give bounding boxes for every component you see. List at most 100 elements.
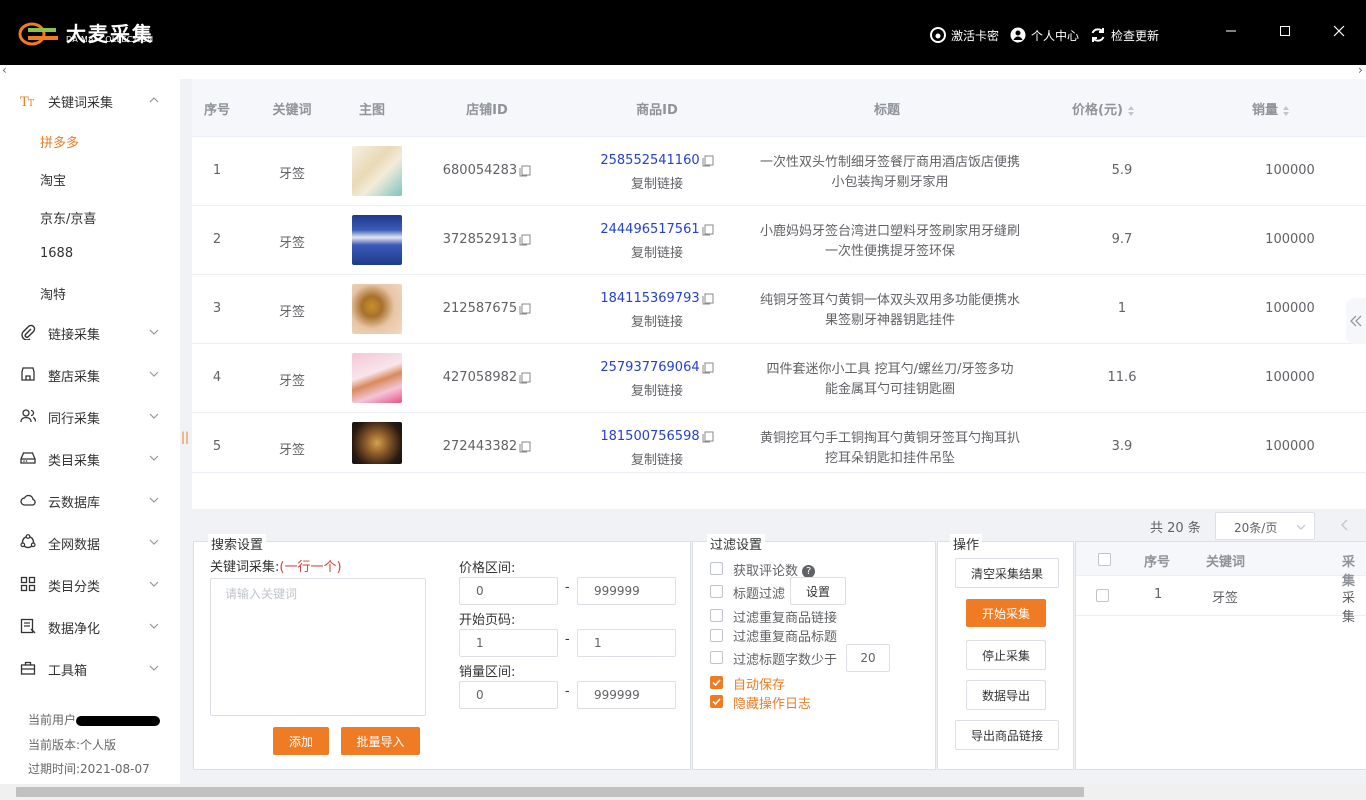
copy-icon[interactable] <box>702 431 714 443</box>
auto-save-checkbox[interactable] <box>710 676 723 689</box>
menu-category-classify[interactable]: 类目分类 <box>0 563 180 605</box>
title-filter-checkbox[interactable] <box>710 585 723 598</box>
menu-data-clean[interactable]: 数据净化 <box>0 605 180 647</box>
table-row[interactable]: 3 牙签 212587675 184115369793 复制链接 纯铜牙签耳勺黄… <box>192 275 1366 344</box>
check-update-button[interactable]: 检查更新 <box>1090 26 1159 44</box>
page-size-select[interactable]: 20条/页 <box>1215 512 1315 540</box>
top-scroll-strip[interactable]: ‹ › <box>0 63 1366 79</box>
right-panel-toggle[interactable] <box>1346 298 1366 344</box>
product-thumbnail[interactable] <box>352 146 402 196</box>
copy-link-button[interactable]: 复制链接 <box>587 173 727 192</box>
cell-product-id[interactable]: 258552541160 <box>587 153 727 168</box>
row-checkbox[interactable] <box>1096 589 1109 602</box>
copy-icon[interactable] <box>519 372 531 384</box>
copy-link-button[interactable]: 复制链接 <box>587 242 727 261</box>
menu-store-collect[interactable]: 整店采集 <box>0 353 180 395</box>
copy-link-button[interactable]: 复制链接 <box>587 380 727 399</box>
maximize-button[interactable] <box>1270 16 1300 46</box>
chevron-down-icon <box>149 455 159 461</box>
close-button[interactable] <box>1324 16 1354 46</box>
horizontal-scrollbar[interactable] <box>0 784 1366 800</box>
menu-cloud-database[interactable]: 云数据库 <box>0 479 180 521</box>
copy-link-button[interactable]: 复制链接 <box>587 311 727 330</box>
copy-icon[interactable] <box>702 362 714 374</box>
product-thumbnail[interactable] <box>352 353 402 403</box>
menu-label: 类目采集 <box>48 454 101 469</box>
select-all-checkbox[interactable] <box>1098 553 1111 566</box>
menu-category-collect[interactable]: 类目采集 <box>0 437 180 479</box>
cell-product-id[interactable]: 181500756598 <box>587 429 727 444</box>
copy-icon[interactable] <box>519 234 531 246</box>
menu-label: 链接采集 <box>48 328 101 343</box>
title-filter-settings-button[interactable]: 设置 <box>790 577 846 605</box>
copy-icon[interactable] <box>702 224 714 236</box>
export-data-button[interactable]: 数据导出 <box>966 680 1046 710</box>
copy-icon[interactable] <box>519 303 531 315</box>
product-thumbnail[interactable] <box>352 422 402 464</box>
dedupe-links-checkbox[interactable] <box>710 609 723 622</box>
hide-log-checkbox[interactable] <box>710 695 723 708</box>
add-button[interactable]: 添加 <box>273 727 329 755</box>
page-start-input[interactable]: 1 <box>459 629 558 657</box>
menu-peer-collect[interactable]: 同行采集 <box>0 395 180 437</box>
min-title-chars-input[interactable]: 20 <box>846 644 890 672</box>
scroll-right-arrow-icon[interactable]: › <box>1358 63 1363 77</box>
cell-keyword: 牙签 <box>278 374 305 389</box>
cell-sales: 100000 <box>1265 301 1315 316</box>
sales-max-input[interactable]: 999999 <box>577 681 676 709</box>
min-title-chars-checkbox[interactable] <box>710 651 723 664</box>
submenu-taote[interactable]: 淘特 <box>40 284 66 303</box>
col-price[interactable]: 价格(元) <box>1072 99 1172 118</box>
copy-icon[interactable] <box>702 155 714 167</box>
search-settings-panel: 搜索设置 关键词采集:(一行一个) 请输入关键词 添加 批量导入 价格区间: 0… <box>193 534 691 770</box>
table-row[interactable]: 2 牙签 372852913 244496517561 复制链接 小鹿妈妈牙签台… <box>192 206 1366 275</box>
menu-link-collect[interactable]: 链接采集 <box>0 311 180 353</box>
dedupe-titles-checkbox[interactable] <box>710 629 723 642</box>
price-min-input[interactable]: 0 <box>459 577 558 605</box>
sidebar-collapse-handle[interactable]: || <box>181 430 189 444</box>
get-comments-checkbox[interactable] <box>710 562 723 575</box>
price-max-input[interactable]: 999999 <box>577 577 676 605</box>
clear-results-button[interactable]: 清空采集结果 <box>955 558 1059 588</box>
prev-page-icon[interactable] <box>1340 519 1350 531</box>
batch-import-button[interactable]: 批量导入 <box>341 727 420 755</box>
table-row[interactable]: 4 牙签 427058982 257937769064 复制链接 四件套迷你小工… <box>192 344 1366 413</box>
submenu-1688[interactable]: 1688 <box>40 246 73 261</box>
stop-collect-button[interactable]: 停止采集 <box>966 640 1046 670</box>
shop-id-value: 680054283 <box>442 163 518 178</box>
copy-link-button[interactable]: 复制链接 <box>587 449 727 468</box>
product-thumbnail[interactable] <box>352 215 402 265</box>
activate-card-button[interactable]: 激活卡密 <box>930 26 999 44</box>
menu-label: 整店采集 <box>48 370 101 385</box>
submenu-jd[interactable]: 京东/京喜 <box>40 208 96 227</box>
table-row[interactable]: 5 牙签 272443382 181500756598 复制链接 黄铜挖耳勺手工… <box>192 413 1366 473</box>
scroll-left-arrow-icon[interactable]: ‹ <box>2 63 7 77</box>
copy-icon[interactable] <box>702 293 714 305</box>
product-thumbnail[interactable] <box>352 284 402 334</box>
col-sales[interactable]: 销量 <box>1252 99 1332 118</box>
activate-card-label: 激活卡密 <box>951 28 1000 43</box>
menu-network-data[interactable]: 全网数据 <box>0 521 180 563</box>
submenu-pinduoduo[interactable]: 拼多多 <box>40 132 79 151</box>
start-collect-button[interactable]: 开始采集 <box>966 599 1046 627</box>
menu-keyword-collect[interactable]: TT 关键词采集 <box>0 79 180 121</box>
page-end-input[interactable]: 1 <box>577 629 676 657</box>
copy-icon[interactable] <box>519 441 531 453</box>
cell-product-id[interactable]: 184115369793 <box>587 291 727 306</box>
sales-min-input[interactable]: 0 <box>459 681 558 709</box>
minimize-button[interactable] <box>1216 16 1246 46</box>
keyword-queue-header: 序号 关键词 采集 <box>1076 542 1366 589</box>
product-id-value: 258552541160 <box>600 153 700 168</box>
dedupe-titles-label: 过滤重复商品标题 <box>733 630 838 645</box>
cell-product-id[interactable]: 257937769064 <box>587 360 727 375</box>
menu-toolbox[interactable]: 工具箱 <box>0 647 180 689</box>
export-links-button[interactable]: 导出商品链接 <box>955 720 1059 750</box>
copy-icon[interactable] <box>519 165 531 177</box>
submenu-taobao[interactable]: 淘宝 <box>40 170 66 189</box>
scrollbar-thumb[interactable] <box>16 787 1084 797</box>
table-row[interactable]: 1 牙签 采集 <box>1076 576 1366 625</box>
keyword-textarea[interactable]: 请输入关键词 <box>210 578 426 716</box>
personal-center-button[interactable]: 个人中心 <box>1010 26 1079 44</box>
cell-product-id[interactable]: 244496517561 <box>587 222 727 237</box>
table-row[interactable]: 1 牙签 680054283 258552541160 复制链接 一次性双头竹制… <box>192 137 1366 206</box>
